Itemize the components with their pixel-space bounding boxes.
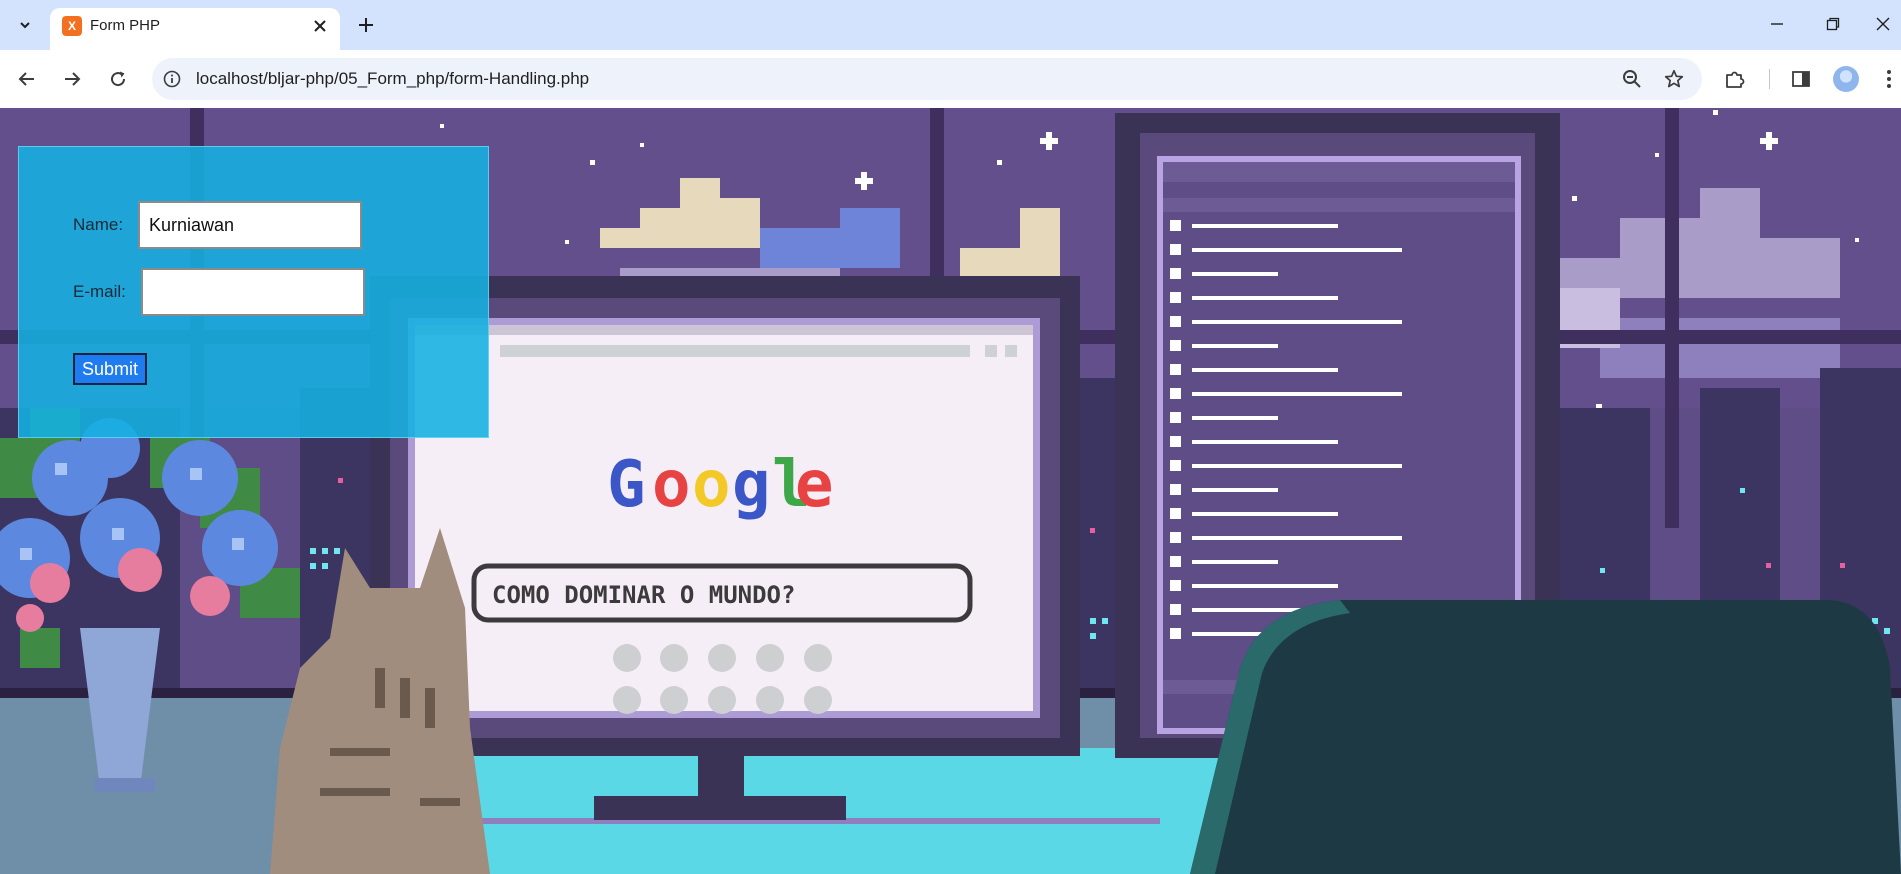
name-input[interactable] (138, 201, 362, 249)
restore-icon (1826, 17, 1840, 31)
svg-text:e: e (795, 448, 834, 522)
svg-text:o: o (692, 448, 731, 522)
back-button[interactable] (12, 64, 42, 94)
xampp-favicon-icon: X (62, 16, 82, 36)
svg-text:g: g (732, 448, 771, 522)
profile-avatar[interactable] (1833, 66, 1859, 92)
browser-toolbar: localhost/bljar-php/05_Form_php/form-Han… (0, 50, 1901, 108)
toolbar-divider (1769, 69, 1770, 89)
svg-text:o: o (652, 448, 691, 522)
puzzle-icon (1726, 71, 1745, 88)
info-icon (163, 70, 181, 88)
plus-icon (359, 18, 373, 32)
tab-active[interactable]: X Form PHP (50, 8, 340, 50)
close-icon (314, 20, 326, 32)
minimize-button[interactable] (1754, 6, 1800, 42)
email-input[interactable] (141, 268, 365, 316)
name-label: Name: (73, 215, 124, 234)
window-close-button[interactable] (1864, 6, 1901, 42)
minimize-icon (1771, 23, 1783, 25)
forward-button[interactable] (57, 64, 87, 94)
tab-close-button[interactable] (310, 16, 330, 36)
arrow-left-icon (18, 72, 34, 86)
address-bar[interactable]: localhost/bljar-php/05_Form_php/form-Han… (152, 58, 1702, 100)
chevron-down-icon (20, 22, 30, 29)
bookmark-button[interactable] (1662, 67, 1686, 91)
restore-button[interactable] (1810, 6, 1856, 42)
submit-button[interactable]: Submit (73, 353, 147, 385)
tab-strip: X Form PHP (0, 0, 1901, 50)
form-panel: Name: E-mail: Submit (18, 146, 489, 438)
kebab-menu-icon (1887, 70, 1891, 88)
zoom-out-icon (1623, 70, 1641, 88)
extensions-button[interactable] (1722, 66, 1748, 92)
tab-title: Form PHP (90, 17, 161, 34)
browser-menu-button[interactable] (1879, 66, 1899, 92)
side-panel-button[interactable] (1788, 66, 1814, 92)
reload-button[interactable] (103, 64, 133, 94)
side-panel-icon (1792, 71, 1810, 87)
new-tab-button[interactable] (352, 11, 380, 39)
zoom-button[interactable] (1620, 68, 1644, 90)
url-text[interactable]: localhost/bljar-php/05_Form_php/form-Han… (196, 68, 589, 90)
page-viewport: G o o g l e COMO DOMINAR O MUNDO? Name: … (0, 108, 1901, 874)
close-icon (1876, 17, 1889, 31)
svg-text:G: G (607, 448, 646, 522)
tab-list-button[interactable] (10, 11, 40, 39)
reload-icon (111, 71, 126, 87)
arrow-right-icon (65, 72, 81, 86)
site-info-button[interactable] (162, 69, 182, 89)
email-label: E-mail: (73, 282, 126, 301)
svg-text:COMO DOMINAR O MUNDO?: COMO DOMINAR O MUNDO? (492, 581, 795, 609)
star-icon (1664, 69, 1684, 88)
